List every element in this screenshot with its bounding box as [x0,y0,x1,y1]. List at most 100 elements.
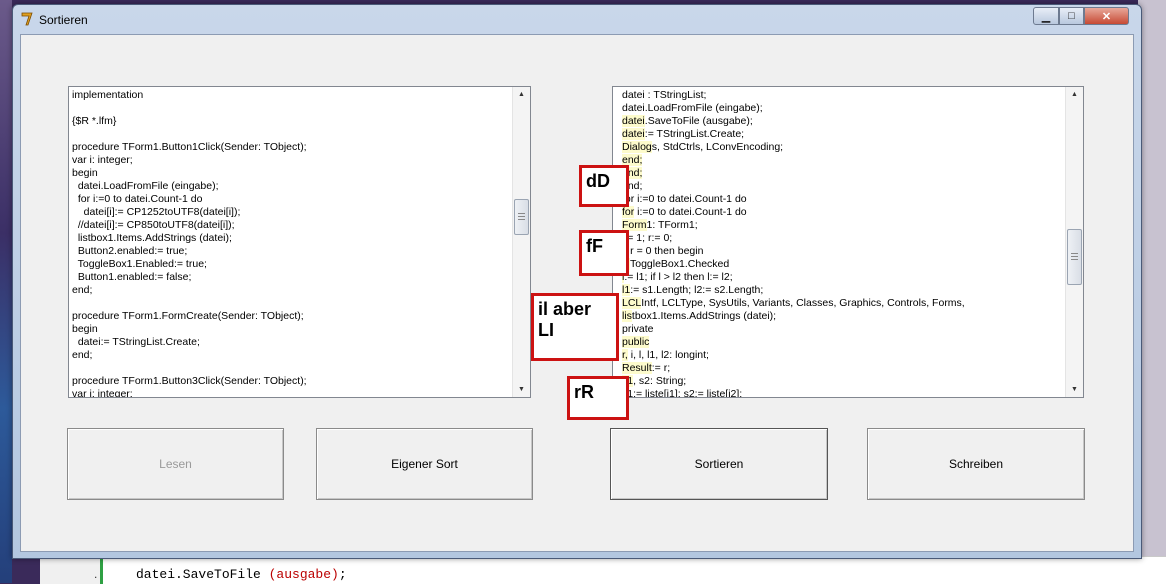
highlighted-prefix: Dialog [622,141,652,153]
memo-line [72,128,512,141]
memo-line: implementation [72,89,144,101]
grip-icon [518,213,525,220]
scroll-down-arrow-icon[interactable]: ▼ [1066,382,1083,397]
result-memo[interactable]: datei : TStringList; datei.LoadFromFile (… [612,86,1084,398]
memo-line: procedure TForm1.Button3Click(Sender: TO… [72,375,307,387]
form-client-area: implementation {$R *.lfm} procedure TForm1… [20,34,1134,552]
memo-line: begin [72,167,98,179]
close-icon: ✕ [1101,10,1112,23]
memo-line [72,297,512,310]
memo-line: end; [622,180,643,192]
line-rest: := s1.Length; l2:= s2.Length; [630,284,764,296]
highlighted-prefix: l1 [622,284,631,296]
scroll-up-arrow-icon[interactable]: ▲ [513,87,530,102]
maximize-icon: □ [1068,10,1075,22]
annotation-line-1: il aber [538,299,592,319]
memo-line: Form1: TForm1; [622,219,1065,232]
line-rest: 1: TForm1; [646,219,698,231]
memo-line: end; [72,349,93,361]
schreiben-button[interactable]: Schreiben [867,428,1085,500]
memo-line: datei.LoadFromFile (eingabe); [72,180,219,192]
memo-line: datei.LoadFromFile (eingabe); [622,102,763,114]
memo-line: r, i, l, l1, l2: longint; [622,349,1065,362]
highlighted-prefix: lis [622,310,632,322]
scroll-down-arrow-icon[interactable]: ▼ [513,382,530,397]
line-rest: := l1; if l > l2 then l:= l2; [624,271,733,283]
memo-line: procedure TForm1.FormCreate(Sender: TObj… [72,310,304,322]
highlighted-prefix: datei [622,115,645,127]
background-code-editor: . datei.SaveToFile (ausgabe); [40,556,1166,584]
minimize-icon: ▁ [1041,10,1051,23]
annotation-line-2: LI [538,320,554,340]
memo-line: //datei[i]:= CP850toUTF8(datei[i]); [72,219,235,231]
memo-line: for i:=0 to datei.Count-1 do [72,193,203,205]
highlighted-prefix: LCL [622,297,642,309]
memo-line: LCLIntf, LCLType, SysUtils, Variants, Cl… [622,297,1065,310]
desktop-background-right [1138,0,1166,583]
minimize-button[interactable]: ▁ [1033,7,1059,25]
memo-line: datei : TStringList; [622,89,707,101]
annotation-dD: dD [579,165,629,207]
memo-line: datei.SaveToFile (ausgabe); [622,115,1065,128]
grip-icon [1071,253,1078,260]
close-button[interactable]: ✕ [1084,7,1129,25]
code-arg: (ausgabe) [268,567,339,582]
line-rest: ToggleBox1.Checked [629,258,730,270]
memo-line: Button2.enabled:= true; [72,245,188,257]
result-memo-text[interactable]: datei : TStringList; datei.LoadFromFile (… [622,89,1065,397]
scroll-thumb[interactable] [514,199,529,235]
memo-line: procedure TForm1.Button1Click(Sender: TO… [72,141,307,153]
window-title: Sortieren [39,13,88,27]
line-rest: .SaveToFile (ausgabe); [644,115,753,127]
line-rest: , s2: String; [633,375,687,387]
line-rest: := TStringList.Create; [644,128,745,140]
title-bar[interactable]: Sortieren ▁ □ ✕ [13,5,1141,33]
eigener-sort-button[interactable]: Eigener Sort [316,428,533,500]
line-rest: i:=0 to datei.Count-1 do [634,206,747,218]
code-suffix: ; [338,567,347,582]
scroll-up-arrow-icon[interactable]: ▲ [1066,87,1083,102]
desktop-background-left [0,0,12,583]
source-memo-text[interactable]: implementation {$R *.lfm} procedure TForm1… [72,89,512,397]
line-rest: s, StdCtrls, LConvEncoding; [651,141,784,153]
memo-line: var i: integer; [72,388,133,397]
memo-line: if r = 0 then begin [622,245,704,257]
memo-line: listbox1.Items.AddStrings (datei); [72,232,232,244]
sortieren-button[interactable]: Sortieren [610,428,828,500]
lazarus-app-icon [21,12,33,26]
memo-line: end; [72,284,93,296]
scroll-thumb[interactable] [1067,229,1082,285]
memo-line: var i: integer; [72,154,133,166]
memo-line: l:= l1; if l > l2 then l:= l2; [622,271,1065,284]
line-rest: i, l, l1, l2: longint; [627,349,709,361]
memo-line [72,362,512,375]
memo-line: ToggleBox1.Enabled:= true; [72,258,207,270]
lesen-button[interactable]: Lesen [67,428,284,500]
annotation-fF: fF [579,230,629,276]
sortieren-window: Sortieren ▁ □ ✕ implementation {$R *.lfm}… [12,4,1142,559]
memo-line: if ToggleBox1.Checked [622,258,1065,271]
memo-line: private [622,323,654,335]
result-memo-scrollbar[interactable]: ▲ ▼ [1065,87,1083,397]
gutter-dot: . [94,567,98,581]
annotation-il-aber-LI: il aber LI [531,293,619,361]
memo-line: datei[i]:= CP1252toUTF8(datei[i]); [72,206,241,218]
background-code-line: datei.SaveToFile (ausgabe); [136,567,347,582]
memo-line: datei:= TStringList.Create; [622,128,1065,141]
source-memo-scrollbar[interactable]: ▲ ▼ [512,87,530,397]
memo-line: for i:=0 to datei.Count-1 do [622,206,1065,219]
memo-line: end; [622,167,1065,180]
line-rest: 1:= liste[i1]; s2:= liste[i2]; [627,388,743,397]
memo-line: i:= 1; r:= 0; [622,232,1065,245]
memo-line: Dialogs, StdCtrls, LConvEncoding; [622,141,1065,154]
line-rest: := r; [651,362,671,374]
highlighted-prefix: for [622,206,635,218]
maximize-button[interactable]: □ [1059,7,1084,25]
memo-line: Result:= r; [622,362,1065,375]
memo-line: listbox1.Items.AddStrings (datei); [622,310,1065,323]
memo-line: datei:= TStringList.Create; [72,336,200,348]
memo-line [72,102,512,115]
memo-line: public [622,336,1065,349]
memo-line: Button1.enabled:= false; [72,271,192,283]
source-memo[interactable]: implementation {$R *.lfm} procedure TForm1… [68,86,531,398]
